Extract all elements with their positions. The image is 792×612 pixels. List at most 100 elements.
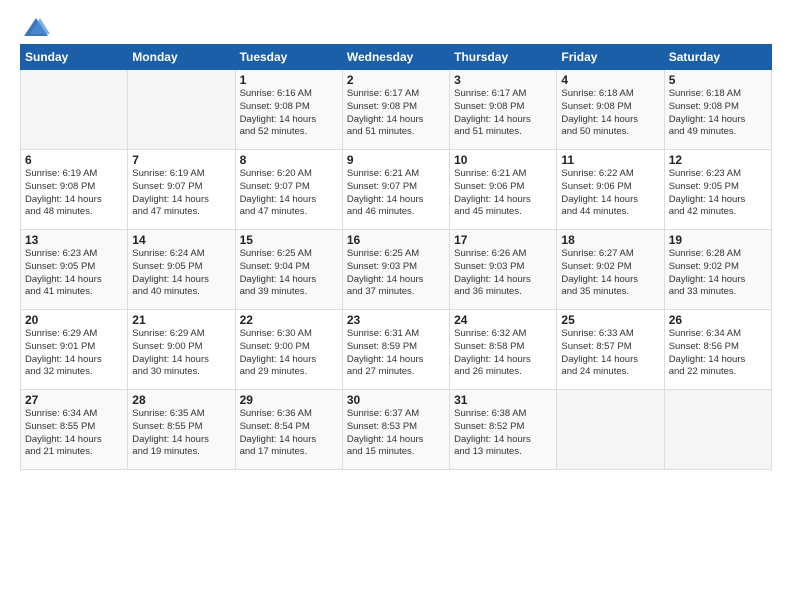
day-number: 7 <box>132 153 230 167</box>
day-number: 11 <box>561 153 659 167</box>
calendar-day-cell <box>664 390 771 470</box>
weekday-header: Saturday <box>664 45 771 70</box>
calendar-day-cell: 18Sunrise: 6:27 AM Sunset: 9:02 PM Dayli… <box>557 230 664 310</box>
calendar-day-cell: 21Sunrise: 6:29 AM Sunset: 9:00 PM Dayli… <box>128 310 235 390</box>
calendar-header-row: SundayMondayTuesdayWednesdayThursdayFrid… <box>21 45 772 70</box>
calendar-day-cell: 7Sunrise: 6:19 AM Sunset: 9:07 PM Daylig… <box>128 150 235 230</box>
day-number: 10 <box>454 153 552 167</box>
calendar-day-cell: 1Sunrise: 6:16 AM Sunset: 9:08 PM Daylig… <box>235 70 342 150</box>
calendar-day-cell <box>557 390 664 470</box>
day-info: Sunrise: 6:26 AM Sunset: 9:03 PM Dayligh… <box>454 248 552 299</box>
day-info: Sunrise: 6:37 AM Sunset: 8:53 PM Dayligh… <box>347 408 445 459</box>
calendar-day-cell: 28Sunrise: 6:35 AM Sunset: 8:55 PM Dayli… <box>128 390 235 470</box>
weekday-header: Friday <box>557 45 664 70</box>
calendar-day-cell: 20Sunrise: 6:29 AM Sunset: 9:01 PM Dayli… <box>21 310 128 390</box>
calendar-day-cell: 5Sunrise: 6:18 AM Sunset: 9:08 PM Daylig… <box>664 70 771 150</box>
day-number: 4 <box>561 73 659 87</box>
calendar-day-cell: 9Sunrise: 6:21 AM Sunset: 9:07 PM Daylig… <box>342 150 449 230</box>
calendar-day-cell: 17Sunrise: 6:26 AM Sunset: 9:03 PM Dayli… <box>450 230 557 310</box>
day-number: 21 <box>132 313 230 327</box>
day-info: Sunrise: 6:28 AM Sunset: 9:02 PM Dayligh… <box>669 248 767 299</box>
day-number: 1 <box>240 73 338 87</box>
page-container: SundayMondayTuesdayWednesdayThursdayFrid… <box>0 0 792 612</box>
day-info: Sunrise: 6:18 AM Sunset: 9:08 PM Dayligh… <box>669 88 767 139</box>
day-number: 16 <box>347 233 445 247</box>
day-info: Sunrise: 6:19 AM Sunset: 9:07 PM Dayligh… <box>132 168 230 219</box>
day-info: Sunrise: 6:23 AM Sunset: 9:05 PM Dayligh… <box>669 168 767 219</box>
day-info: Sunrise: 6:23 AM Sunset: 9:05 PM Dayligh… <box>25 248 123 299</box>
day-info: Sunrise: 6:20 AM Sunset: 9:07 PM Dayligh… <box>240 168 338 219</box>
calendar-day-cell: 6Sunrise: 6:19 AM Sunset: 9:08 PM Daylig… <box>21 150 128 230</box>
day-number: 17 <box>454 233 552 247</box>
calendar-week-row: 6Sunrise: 6:19 AM Sunset: 9:08 PM Daylig… <box>21 150 772 230</box>
day-number: 31 <box>454 393 552 407</box>
page-header <box>20 16 772 34</box>
calendar-day-cell: 24Sunrise: 6:32 AM Sunset: 8:58 PM Dayli… <box>450 310 557 390</box>
day-info: Sunrise: 6:29 AM Sunset: 9:01 PM Dayligh… <box>25 328 123 379</box>
day-info: Sunrise: 6:19 AM Sunset: 9:08 PM Dayligh… <box>25 168 123 219</box>
day-number: 23 <box>347 313 445 327</box>
calendar-day-cell: 19Sunrise: 6:28 AM Sunset: 9:02 PM Dayli… <box>664 230 771 310</box>
day-info: Sunrise: 6:30 AM Sunset: 9:00 PM Dayligh… <box>240 328 338 379</box>
day-info: Sunrise: 6:35 AM Sunset: 8:55 PM Dayligh… <box>132 408 230 459</box>
weekday-header: Monday <box>128 45 235 70</box>
calendar-day-cell <box>128 70 235 150</box>
day-number: 19 <box>669 233 767 247</box>
calendar-day-cell: 11Sunrise: 6:22 AM Sunset: 9:06 PM Dayli… <box>557 150 664 230</box>
day-info: Sunrise: 6:32 AM Sunset: 8:58 PM Dayligh… <box>454 328 552 379</box>
day-number: 29 <box>240 393 338 407</box>
day-info: Sunrise: 6:25 AM Sunset: 9:04 PM Dayligh… <box>240 248 338 299</box>
logo <box>20 16 50 34</box>
day-info: Sunrise: 6:33 AM Sunset: 8:57 PM Dayligh… <box>561 328 659 379</box>
day-number: 28 <box>132 393 230 407</box>
calendar-day-cell: 3Sunrise: 6:17 AM Sunset: 9:08 PM Daylig… <box>450 70 557 150</box>
day-info: Sunrise: 6:34 AM Sunset: 8:55 PM Dayligh… <box>25 408 123 459</box>
day-info: Sunrise: 6:24 AM Sunset: 9:05 PM Dayligh… <box>132 248 230 299</box>
calendar-week-row: 1Sunrise: 6:16 AM Sunset: 9:08 PM Daylig… <box>21 70 772 150</box>
day-info: Sunrise: 6:36 AM Sunset: 8:54 PM Dayligh… <box>240 408 338 459</box>
calendar-day-cell <box>21 70 128 150</box>
day-number: 25 <box>561 313 659 327</box>
calendar-day-cell: 14Sunrise: 6:24 AM Sunset: 9:05 PM Dayli… <box>128 230 235 310</box>
calendar-day-cell: 26Sunrise: 6:34 AM Sunset: 8:56 PM Dayli… <box>664 310 771 390</box>
day-info: Sunrise: 6:21 AM Sunset: 9:06 PM Dayligh… <box>454 168 552 219</box>
day-number: 13 <box>25 233 123 247</box>
weekday-header: Tuesday <box>235 45 342 70</box>
day-number: 5 <box>669 73 767 87</box>
day-number: 30 <box>347 393 445 407</box>
day-number: 9 <box>347 153 445 167</box>
calendar-day-cell: 8Sunrise: 6:20 AM Sunset: 9:07 PM Daylig… <box>235 150 342 230</box>
day-info: Sunrise: 6:17 AM Sunset: 9:08 PM Dayligh… <box>454 88 552 139</box>
day-number: 6 <box>25 153 123 167</box>
calendar-day-cell: 10Sunrise: 6:21 AM Sunset: 9:06 PM Dayli… <box>450 150 557 230</box>
day-info: Sunrise: 6:31 AM Sunset: 8:59 PM Dayligh… <box>347 328 445 379</box>
day-info: Sunrise: 6:18 AM Sunset: 9:08 PM Dayligh… <box>561 88 659 139</box>
calendar-day-cell: 25Sunrise: 6:33 AM Sunset: 8:57 PM Dayli… <box>557 310 664 390</box>
day-number: 2 <box>347 73 445 87</box>
calendar-day-cell: 13Sunrise: 6:23 AM Sunset: 9:05 PM Dayli… <box>21 230 128 310</box>
day-info: Sunrise: 6:22 AM Sunset: 9:06 PM Dayligh… <box>561 168 659 219</box>
day-number: 20 <box>25 313 123 327</box>
day-number: 14 <box>132 233 230 247</box>
calendar-day-cell: 30Sunrise: 6:37 AM Sunset: 8:53 PM Dayli… <box>342 390 449 470</box>
day-info: Sunrise: 6:25 AM Sunset: 9:03 PM Dayligh… <box>347 248 445 299</box>
day-info: Sunrise: 6:29 AM Sunset: 9:00 PM Dayligh… <box>132 328 230 379</box>
day-info: Sunrise: 6:27 AM Sunset: 9:02 PM Dayligh… <box>561 248 659 299</box>
day-number: 8 <box>240 153 338 167</box>
day-number: 26 <box>669 313 767 327</box>
calendar-week-row: 27Sunrise: 6:34 AM Sunset: 8:55 PM Dayli… <box>21 390 772 470</box>
day-number: 15 <box>240 233 338 247</box>
calendar-day-cell: 31Sunrise: 6:38 AM Sunset: 8:52 PM Dayli… <box>450 390 557 470</box>
calendar-day-cell: 15Sunrise: 6:25 AM Sunset: 9:04 PM Dayli… <box>235 230 342 310</box>
day-info: Sunrise: 6:38 AM Sunset: 8:52 PM Dayligh… <box>454 408 552 459</box>
day-number: 3 <box>454 73 552 87</box>
day-info: Sunrise: 6:21 AM Sunset: 9:07 PM Dayligh… <box>347 168 445 219</box>
day-number: 12 <box>669 153 767 167</box>
calendar-day-cell: 12Sunrise: 6:23 AM Sunset: 9:05 PM Dayli… <box>664 150 771 230</box>
calendar-day-cell: 16Sunrise: 6:25 AM Sunset: 9:03 PM Dayli… <box>342 230 449 310</box>
weekday-header: Wednesday <box>342 45 449 70</box>
calendar-day-cell: 29Sunrise: 6:36 AM Sunset: 8:54 PM Dayli… <box>235 390 342 470</box>
day-number: 18 <box>561 233 659 247</box>
calendar-day-cell: 4Sunrise: 6:18 AM Sunset: 9:08 PM Daylig… <box>557 70 664 150</box>
day-info: Sunrise: 6:16 AM Sunset: 9:08 PM Dayligh… <box>240 88 338 139</box>
